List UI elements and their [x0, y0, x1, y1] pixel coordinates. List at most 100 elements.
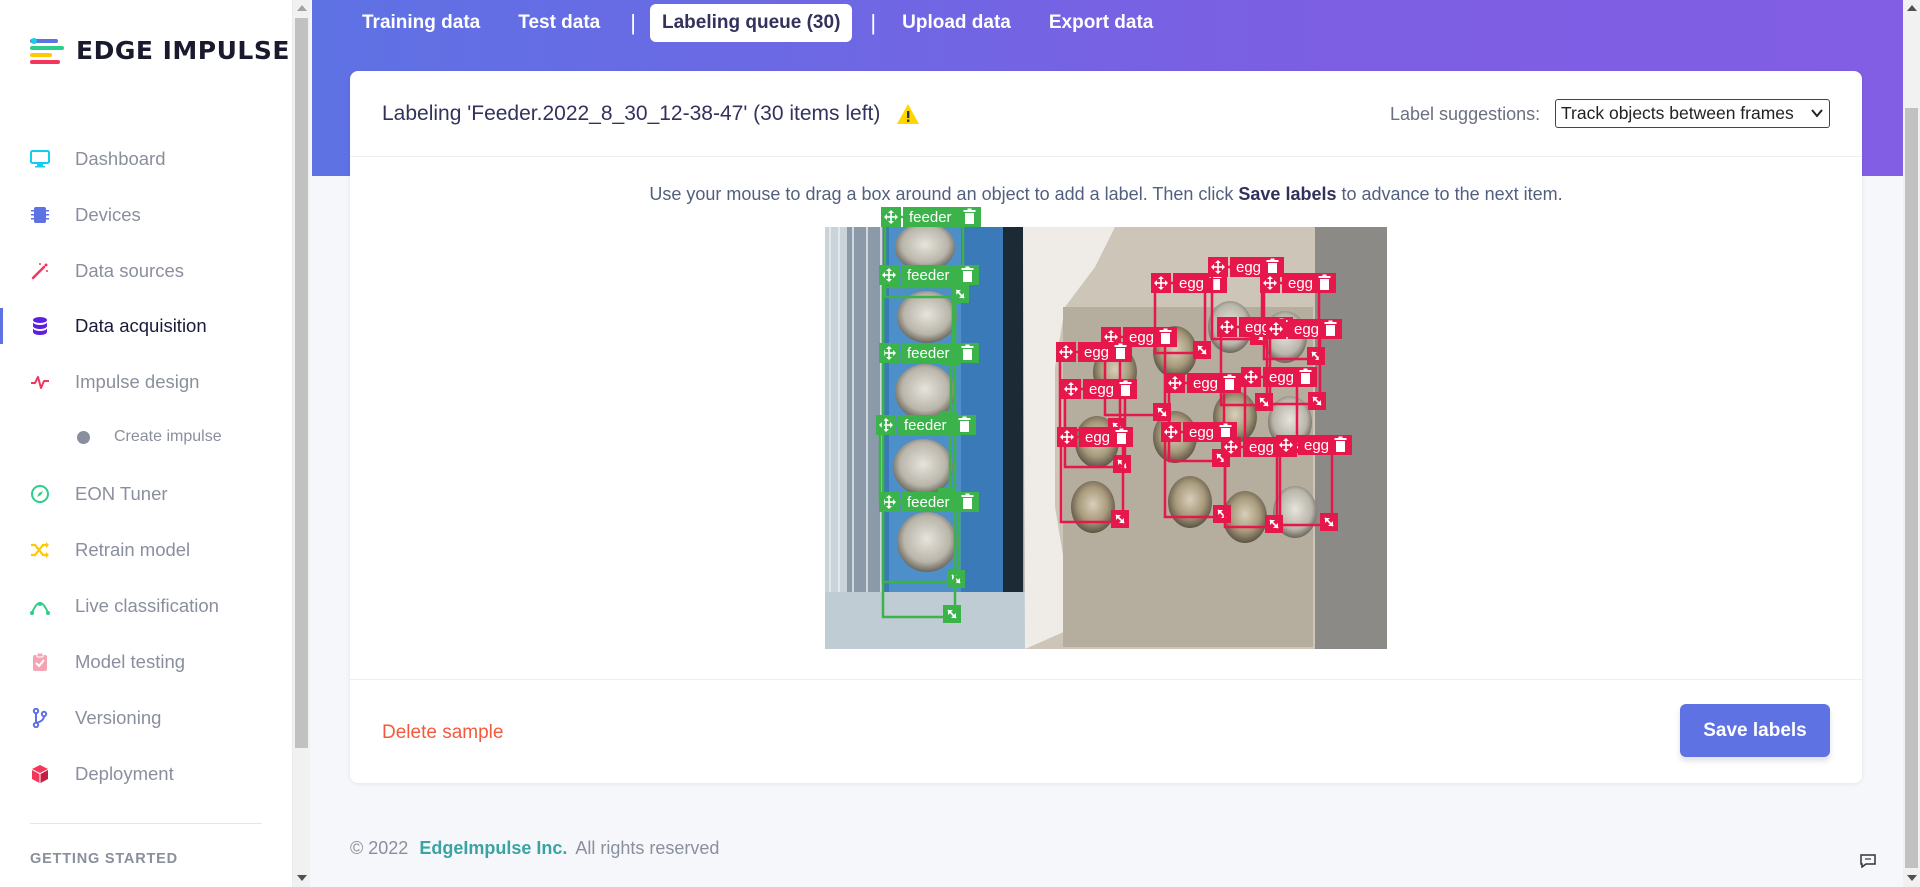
trash-icon[interactable]: [1266, 258, 1279, 275]
label-tag-feeder[interactable]: feeder: [903, 207, 981, 227]
sidebar-item-deployment[interactable]: Deployment: [0, 754, 293, 794]
scroll-down-icon[interactable]: [1907, 875, 1917, 881]
box-label-text: feeder: [907, 267, 950, 284]
move-handle-icon[interactable]: [1266, 319, 1286, 339]
trash-icon[interactable]: [961, 493, 974, 510]
label-tag-feeder[interactable]: feeder: [901, 343, 979, 363]
resize-handle-icon[interactable]: [1320, 513, 1338, 531]
trash-icon[interactable]: [1114, 343, 1127, 360]
trash-icon[interactable]: [963, 208, 976, 225]
sidebar-item-label: Dashboard: [75, 148, 166, 169]
move-handle-icon[interactable]: [1217, 317, 1237, 337]
instruction-text: Use your mouse to drag a box around an o…: [350, 184, 1862, 205]
label-tag-egg[interactable]: egg: [1263, 367, 1317, 387]
move-handle-icon[interactable]: [1057, 427, 1077, 447]
move-handle-icon[interactable]: [1165, 373, 1185, 393]
tab-test-data[interactable]: Test data: [506, 4, 612, 42]
sidebar-item-label: Data sources: [75, 260, 184, 281]
sidebar-item-data-acquisition[interactable]: Data acquisition: [0, 306, 293, 346]
resize-handle-icon[interactable]: [1111, 510, 1129, 528]
warning-icon[interactable]: [896, 103, 920, 125]
move-handle-icon[interactable]: [881, 207, 901, 227]
sidebar-item-eon-tuner[interactable]: EON Tuner: [0, 474, 293, 514]
move-handle-icon[interactable]: [1241, 367, 1261, 387]
page-scrollbar-thumb[interactable]: [1905, 108, 1918, 868]
tab-training-data[interactable]: Training data: [350, 4, 492, 42]
sidebar-item-label: Live classification: [75, 595, 219, 616]
sidebar-item-live-classification[interactable]: Live classification: [0, 586, 293, 626]
trash-icon[interactable]: [1159, 328, 1172, 345]
branch-icon: [30, 708, 50, 728]
move-handle-icon[interactable]: [1161, 422, 1181, 442]
resize-handle-icon[interactable]: [1308, 392, 1326, 410]
sidebar-item-retrain-model[interactable]: Retrain model: [0, 530, 293, 570]
save-labels-button[interactable]: Save labels: [1680, 704, 1830, 757]
scroll-up-icon[interactable]: [1907, 5, 1917, 11]
move-handle-icon[interactable]: [1260, 273, 1280, 293]
box-label-text: egg: [1304, 437, 1329, 454]
database-icon: [30, 316, 50, 336]
delete-sample-button[interactable]: Delete sample: [382, 722, 503, 744]
tab-export-data[interactable]: Export data: [1037, 4, 1166, 42]
box-label-text: egg: [1294, 321, 1319, 338]
label-tag-feeder[interactable]: feeder: [898, 415, 976, 435]
sidebar-item-versioning[interactable]: Versioning: [0, 698, 293, 738]
trash-icon[interactable]: [1299, 368, 1312, 385]
label-tag-egg[interactable]: egg: [1288, 319, 1342, 339]
sidebar-item-label: Devices: [75, 204, 141, 225]
resize-handle-icon[interactable]: [1307, 347, 1325, 365]
move-handle-icon[interactable]: [1208, 257, 1228, 277]
resize-handle-icon[interactable]: [943, 605, 961, 623]
label-tag-egg[interactable]: egg: [1079, 427, 1133, 447]
label-tag-egg[interactable]: egg: [1083, 379, 1137, 399]
feedback-button[interactable]: [1854, 849, 1882, 873]
move-handle-icon[interactable]: [1221, 437, 1241, 457]
trash-icon[interactable]: [1318, 274, 1331, 291]
resize-handle-icon[interactable]: [1193, 341, 1211, 359]
sidebar-scrollbar-thumb[interactable]: [295, 18, 308, 748]
move-handle-icon[interactable]: [879, 265, 899, 285]
sidebar-item-label: Impulse design: [75, 371, 200, 392]
tab-upload-data[interactable]: Upload data: [890, 4, 1023, 42]
sidebar-item-dashboard[interactable]: Dashboard: [0, 139, 293, 179]
label-tag-feeder[interactable]: feeder: [901, 492, 979, 512]
move-handle-icon[interactable]: [1056, 342, 1076, 362]
trash-icon[interactable]: [1115, 428, 1128, 445]
move-handle-icon[interactable]: [876, 415, 896, 435]
trash-icon[interactable]: [1119, 380, 1132, 397]
card-title-row: Labeling 'Feeder.2022_8_30_12-38-47' (30…: [382, 102, 920, 126]
trash-icon[interactable]: [1223, 374, 1236, 391]
trash-icon[interactable]: [961, 266, 974, 283]
label-tag-feeder[interactable]: feeder: [901, 265, 979, 285]
company-link[interactable]: EdgeImpulse Inc.: [419, 838, 567, 858]
scroll-up-icon[interactable]: [297, 5, 307, 11]
page-scrollbar[interactable]: [1903, 0, 1920, 887]
trash-icon[interactable]: [1219, 423, 1232, 440]
label-suggestions-select[interactable]: Track objects between frames: [1555, 99, 1830, 128]
move-handle-icon[interactable]: [1276, 435, 1296, 455]
box-label-text: egg: [1236, 259, 1261, 276]
labeling-canvas-svg[interactable]: feeder feeder feeder feeder feeder egg egg egg e…: [825, 207, 1425, 657]
sidebar-scrollbar[interactable]: [293, 0, 310, 887]
move-handle-icon[interactable]: [1151, 273, 1171, 293]
label-tag-egg[interactable]: egg: [1078, 342, 1132, 362]
label-tag-egg[interactable]: egg: [1187, 373, 1241, 393]
trash-icon[interactable]: [1324, 320, 1337, 337]
sidebar-item-model-testing[interactable]: Model testing: [0, 642, 293, 682]
trash-icon[interactable]: [961, 344, 974, 361]
sidebar-item-impulse-design[interactable]: Impulse design: [0, 362, 293, 402]
sidebar-item-data-sources[interactable]: Data sources: [0, 251, 293, 291]
label-tag-egg[interactable]: egg: [1282, 273, 1336, 293]
box-label-text: feeder: [904, 417, 947, 434]
scroll-down-icon[interactable]: [297, 875, 307, 881]
logo[interactable]: EDGE IMPULSE: [30, 36, 290, 65]
tab-labeling-queue[interactable]: Labeling queue (30): [649, 4, 853, 42]
sidebar-item-devices[interactable]: Devices: [0, 195, 293, 235]
trash-icon[interactable]: [1334, 436, 1347, 453]
label-tag-egg[interactable]: egg: [1298, 435, 1352, 455]
move-handle-icon[interactable]: [1061, 379, 1081, 399]
resize-handle-icon[interactable]: [1213, 505, 1231, 523]
sidebar-subitem-create-impulse[interactable]: Create impulse: [77, 428, 222, 446]
trash-icon[interactable]: [958, 416, 971, 433]
labeling-canvas[interactable]: feeder feeder feeder feeder feeder egg egg egg e…: [825, 207, 1387, 649]
